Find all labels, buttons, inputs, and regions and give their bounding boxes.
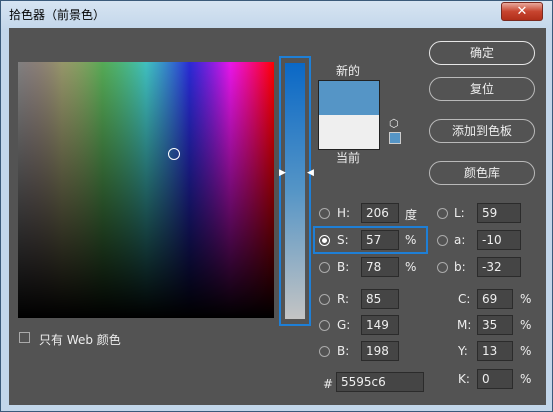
h-unit: 度 [405, 208, 418, 222]
web-safe-cube-icon[interactable]: ⬡ [389, 117, 399, 130]
c-label: C: [458, 292, 471, 306]
s-unit: % [405, 233, 417, 247]
radio-r[interactable] [319, 294, 330, 305]
h-field[interactable]: 206 [361, 203, 399, 223]
new-color-label: 新的 [336, 64, 361, 78]
m-unit: % [520, 318, 532, 332]
k-field[interactable]: 0 [477, 369, 513, 389]
title-bar[interactable]: 拾色器（前景色） ✕ [1, 1, 552, 27]
ok-button[interactable]: 确定 [429, 41, 535, 65]
s-field[interactable]: 57 [361, 230, 399, 250]
close-button[interactable]: ✕ [501, 2, 543, 21]
h-label: H: [337, 206, 351, 220]
reset-button[interactable]: 复位 [429, 77, 535, 101]
radio-lab-b[interactable] [437, 262, 448, 273]
g-label: G: [337, 318, 351, 332]
rgb-b-label: B: [337, 344, 350, 358]
radio-g[interactable] [319, 320, 330, 331]
color-field-cursor[interactable] [168, 148, 180, 160]
current-color-label: 当前 [336, 151, 361, 165]
b-label: B: [337, 260, 350, 274]
r-label: R: [337, 292, 350, 306]
c-field[interactable]: 69 [477, 289, 513, 309]
radio-b[interactable] [319, 262, 330, 273]
m-field[interactable]: 35 [477, 315, 513, 335]
hex-field[interactable]: 5595c6 [336, 372, 424, 392]
l-field[interactable]: 59 [477, 203, 521, 223]
new-color-swatch [319, 81, 379, 115]
add-to-swatches-button[interactable]: 添加到色板 [429, 119, 535, 143]
slider-arrow-right-icon[interactable]: ◀ [307, 168, 314, 178]
lab-b-label: b: [454, 260, 466, 274]
color-field[interactable] [18, 62, 274, 318]
g-field[interactable]: 149 [361, 315, 399, 335]
radio-a[interactable] [437, 235, 448, 246]
k-label: K: [458, 372, 470, 386]
color-swatch [318, 80, 380, 150]
l-label: L: [454, 206, 465, 220]
lab-b-field[interactable]: -32 [477, 257, 521, 277]
color-libraries-button[interactable]: 颜色库 [429, 161, 535, 185]
saturation-slider[interactable] [285, 63, 305, 319]
b-unit: % [405, 260, 417, 274]
web-only-label: 只有 Web 颜色 [39, 333, 121, 347]
a-field[interactable]: -10 [477, 230, 521, 250]
r-field[interactable]: 85 [361, 289, 399, 309]
rgb-b-field[interactable]: 198 [361, 341, 399, 361]
y-field[interactable]: 13 [477, 341, 513, 361]
web-only-checkbox[interactable] [19, 332, 30, 343]
dialog-body: ▶ ◀ 新的 当前 ⬡ 确定 复位 添加到色板 颜色库 H: 206 度 S: … [9, 28, 546, 405]
web-safe-swatch[interactable] [389, 132, 401, 144]
window-title: 拾色器（前景色） [9, 8, 106, 22]
m-label: M: [457, 318, 472, 332]
b-field[interactable]: 78 [361, 257, 399, 277]
y-unit: % [520, 344, 532, 358]
radio-s[interactable] [319, 235, 330, 246]
hex-label: # [323, 377, 334, 391]
current-color-swatch[interactable] [319, 115, 379, 149]
radio-rgb-b[interactable] [319, 346, 330, 357]
color-picker-window: 拾色器（前景色） ✕ ▶ ◀ 新的 当前 ⬡ 确定 复位 添加到色板 颜色库 H… [0, 0, 553, 412]
s-label: S: [337, 233, 349, 247]
c-unit: % [520, 292, 532, 306]
a-label: a: [454, 233, 466, 247]
y-label: Y: [458, 344, 468, 358]
k-unit: % [520, 372, 532, 386]
slider-arrow-left-icon[interactable]: ▶ [279, 168, 286, 178]
radio-h[interactable] [319, 208, 330, 219]
radio-l[interactable] [437, 208, 448, 219]
